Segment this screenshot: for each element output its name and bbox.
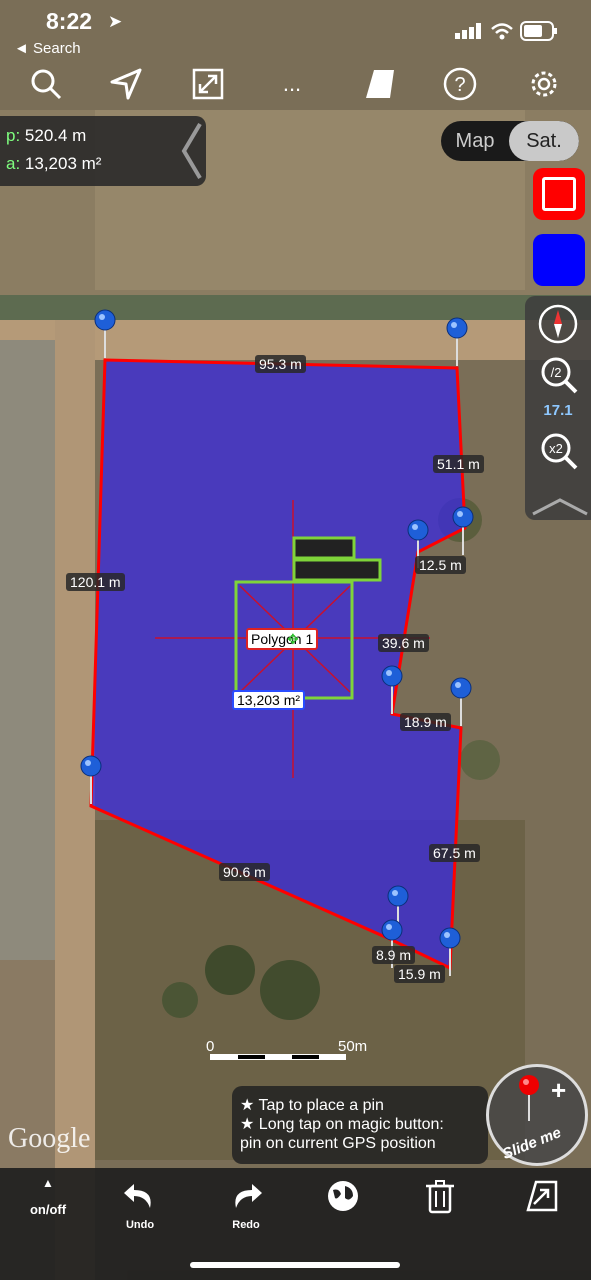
globe-button[interactable] bbox=[313, 1178, 373, 1234]
zoom-out-icon[interactable]: /2 bbox=[536, 354, 580, 398]
area-row: a: 13,203 m² bbox=[6, 154, 102, 173]
scale-bar bbox=[210, 1054, 346, 1060]
polygon-area-label: 13,203 m² bbox=[232, 690, 306, 710]
google-logo: Google bbox=[8, 1123, 91, 1154]
zoom-panel: /2 17.1 x2 bbox=[525, 296, 591, 520]
help-icon: ? bbox=[443, 67, 477, 101]
slide-me-label: Slide me bbox=[500, 1124, 564, 1163]
distance-label: 15.9 m bbox=[394, 965, 445, 983]
home-indicator bbox=[190, 1262, 400, 1268]
distance-label: 90.6 m bbox=[219, 863, 270, 881]
hint-line: ★ Tap to place a pin bbox=[240, 1097, 384, 1114]
settings-icon bbox=[531, 71, 557, 97]
scale-end: 50m bbox=[338, 1038, 368, 1055]
border-color-button[interactable] bbox=[533, 168, 585, 220]
redo-button[interactable]: Redo bbox=[216, 1178, 276, 1234]
more-button[interactable]: ... bbox=[266, 58, 318, 110]
hint-panel: ★ Tap to place a pin ★ Long tap on magic… bbox=[232, 1086, 488, 1164]
onoff-button[interactable]: ▲ on/off bbox=[18, 1176, 78, 1232]
shape-icon bbox=[366, 70, 394, 98]
collapse-up-icon[interactable] bbox=[529, 496, 591, 516]
wifi-icon bbox=[491, 23, 513, 40]
trash-icon bbox=[426, 1180, 454, 1214]
perimeter-row: p: 520.4 m bbox=[6, 126, 87, 145]
compass-icon[interactable] bbox=[536, 302, 580, 346]
measure-panel: p: 520.4 m a: 13,203 m² bbox=[0, 116, 206, 186]
svg-text:x2: x2 bbox=[549, 441, 563, 456]
location-arrow-icon bbox=[110, 68, 142, 100]
slide-me-button[interactable]: + Slide me bbox=[486, 1064, 588, 1166]
search-button[interactable] bbox=[20, 58, 72, 110]
fit-bounds-icon bbox=[192, 68, 224, 100]
fill-color-button[interactable] bbox=[533, 234, 585, 286]
distance-label: 67.5 m bbox=[429, 844, 480, 862]
undo-button[interactable]: Undo bbox=[110, 1178, 170, 1234]
export-button[interactable] bbox=[512, 1178, 572, 1234]
help-button[interactable]: ? bbox=[434, 58, 486, 110]
globe-icon bbox=[328, 1181, 358, 1211]
delete-button[interactable] bbox=[410, 1178, 470, 1234]
collapse-chevron-icon[interactable] bbox=[178, 120, 204, 182]
distance-label: 51.1 m bbox=[433, 455, 484, 473]
map-type-toggle[interactable]: Map Sat. bbox=[441, 121, 579, 161]
top-toolbar: ... ? bbox=[0, 58, 591, 110]
plus-icon: + bbox=[551, 1075, 567, 1105]
clock: 8:22 bbox=[46, 8, 93, 34]
hint-line: ★ Long tap on magic button: bbox=[240, 1116, 444, 1133]
svg-text:/2: /2 bbox=[551, 365, 562, 380]
sat-option[interactable]: Sat. bbox=[509, 121, 579, 161]
caret-up-icon: ▲ bbox=[42, 1176, 54, 1190]
export-icon bbox=[526, 1180, 558, 1212]
distance-label: 12.5 m bbox=[415, 556, 466, 574]
distance-label: 95.3 m bbox=[255, 355, 306, 373]
perimeter-value: 520.4 m bbox=[24, 126, 87, 145]
settings-button[interactable] bbox=[518, 58, 570, 110]
map-option[interactable]: Map bbox=[441, 121, 509, 161]
status-bar: 8:22 ➤ ◄ Search bbox=[0, 0, 591, 60]
zoom-in-icon[interactable]: x2 bbox=[536, 430, 580, 474]
fit-bounds-button[interactable] bbox=[182, 58, 234, 110]
zoom-level: 17.1 bbox=[543, 402, 573, 419]
distance-label: 120.1 m bbox=[66, 573, 125, 591]
area-value: 13,203 m² bbox=[24, 154, 102, 173]
scale-start: 0 bbox=[206, 1038, 215, 1055]
shape-tool-button[interactable] bbox=[354, 58, 406, 110]
hint-line: pin on current GPS position bbox=[240, 1135, 436, 1152]
polygon-name-label[interactable]: Polygon 1 bbox=[246, 628, 319, 650]
search-icon bbox=[31, 69, 62, 100]
signal-icon bbox=[455, 23, 481, 39]
redo-icon bbox=[235, 1184, 262, 1208]
center-move-icon[interactable]: ✥ bbox=[287, 631, 299, 648]
pin-icon bbox=[519, 1075, 539, 1121]
redo-label: Redo bbox=[232, 1219, 260, 1231]
distance-label: 8.9 m bbox=[372, 946, 416, 964]
onoff-label: on/off bbox=[29, 1202, 67, 1217]
battery-icon bbox=[520, 21, 557, 41]
undo-icon bbox=[124, 1184, 151, 1208]
svg-text:?: ? bbox=[454, 74, 465, 96]
location-arrow-icon: ➤ bbox=[108, 12, 123, 31]
distance-label: 39.6 m bbox=[378, 634, 429, 652]
back-to-search-link[interactable]: ◄ Search bbox=[14, 40, 81, 57]
undo-label: Undo bbox=[125, 1219, 155, 1231]
my-location-button[interactable] bbox=[100, 58, 152, 110]
distance-label: 18.9 m bbox=[400, 713, 451, 731]
